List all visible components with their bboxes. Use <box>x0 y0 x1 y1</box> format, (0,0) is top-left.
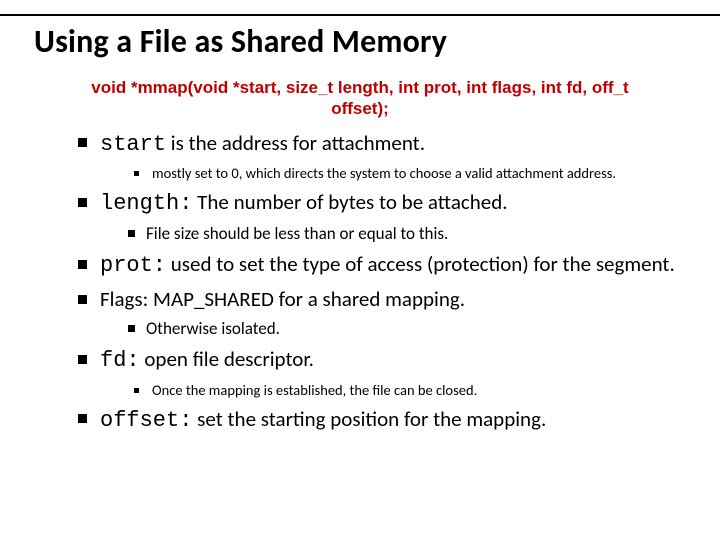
bullet-flags: Flags: MAP_SHARED for a shared mapping. … <box>78 286 686 340</box>
bullet-fd: fd: open file descriptor. Once the mappi… <box>78 346 686 399</box>
desc-length: The number of bytes to be attached. <box>192 189 507 215</box>
function-signature: void *mmap(void *start, size_t length, i… <box>34 77 686 120</box>
desc-offset: set the starting position for the mappin… <box>192 406 546 432</box>
kw-start: start <box>100 132 166 157</box>
desc-fd: open file descriptor. <box>140 346 314 372</box>
sub-fd: Once the mapping is established, the fil… <box>134 381 686 400</box>
desc-prot: used to set the type of access (protecti… <box>166 251 675 277</box>
slide: Using a File as Shared Memory void *mmap… <box>0 0 720 540</box>
bullet-list: start is the address for attachment. mos… <box>34 130 686 435</box>
sub-length: File size should be less than or equal t… <box>128 223 686 245</box>
sublist-fd: Once the mapping is established, the fil… <box>100 381 686 400</box>
bullet-offset: offset: set the starting position for th… <box>78 406 686 435</box>
sublist-flags: Otherwise isolated. <box>100 318 686 340</box>
bullet-start: start is the address for attachment. mos… <box>78 130 686 183</box>
bullet-length: length: The number of bytes to be attach… <box>78 189 686 246</box>
kw-fd: fd: <box>100 348 140 373</box>
header-rule <box>0 14 720 16</box>
sub-flags: Otherwise isolated. <box>128 318 686 340</box>
kw-offset: offset: <box>100 408 192 433</box>
kw-prot: prot: <box>100 253 166 278</box>
sub-start: mostly set to 0, which directs the syste… <box>134 164 686 183</box>
signature-line-2: offset); <box>331 99 389 118</box>
kw-length: length: <box>100 191 192 216</box>
sublist-start: mostly set to 0, which directs the syste… <box>100 164 686 183</box>
desc-flags: Flags: MAP_SHARED for a shared mapping. <box>100 286 465 312</box>
sublist-length: File size should be less than or equal t… <box>100 223 686 245</box>
slide-title: Using a File as Shared Memory <box>34 22 686 61</box>
signature-line-1: void *mmap(void *start, size_t length, i… <box>91 78 628 97</box>
bullet-prot: prot: used to set the type of access (pr… <box>78 251 686 280</box>
desc-start: is the address for attachment. <box>166 130 425 156</box>
